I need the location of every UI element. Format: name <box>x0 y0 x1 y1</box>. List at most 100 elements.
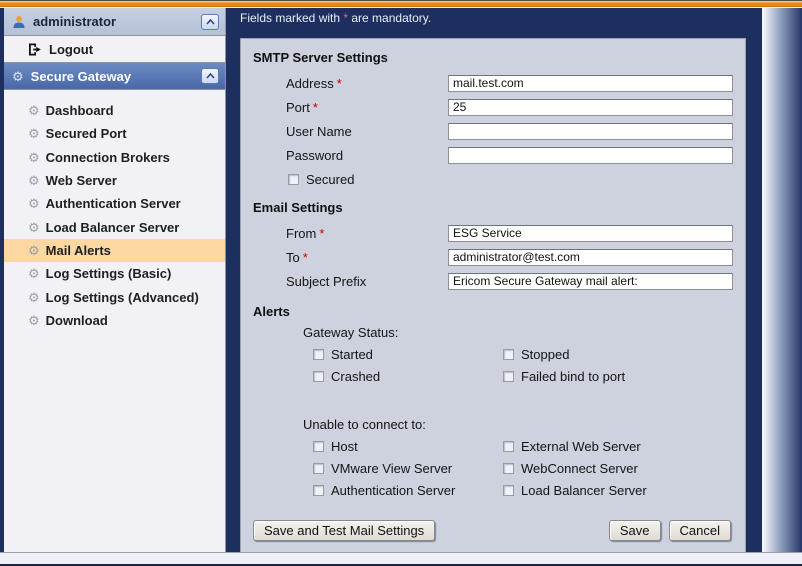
from-row: From * <box>253 221 733 245</box>
from-input[interactable] <box>448 224 733 242</box>
required-asterisk: * <box>312 99 318 115</box>
sidebar-item-log-settings-basic[interactable]: ⚙ Log Settings (Basic) <box>4 262 225 285</box>
collapse-user-section-button[interactable] <box>201 13 219 30</box>
unable-to-connect-label: Unable to connect to: <box>303 416 426 432</box>
gear-icon: ⚙ <box>28 312 40 328</box>
required-asterisk: * <box>336 75 342 91</box>
required-asterisk: * <box>319 225 325 241</box>
started-option: Started <box>313 347 503 362</box>
gateway-status-row-2: Crashed Failed bind to port <box>313 365 733 387</box>
sidebar-gateway-header[interactable]: ⚙ Secure Gateway <box>4 62 225 90</box>
save-button[interactable]: Save <box>608 520 661 541</box>
sidebar: administrator Logout ⚙ Secure Gateway ⚙ … <box>4 8 226 552</box>
subject-prefix-label: Subject Prefix <box>286 273 367 289</box>
user-header-label: administrator <box>33 14 117 29</box>
main-content: Fields marked with * are mandatory. SMTP… <box>226 8 762 556</box>
gear-icon: ⚙ <box>28 266 40 282</box>
cancel-button[interactable]: Cancel <box>668 520 731 541</box>
vmware-view-server-checkbox[interactable] <box>313 462 324 474</box>
crashed-checkbox[interactable] <box>313 370 324 382</box>
required-asterisk: * <box>302 249 308 265</box>
gear-icon: ⚙ <box>28 126 40 142</box>
started-checkbox[interactable] <box>313 348 324 360</box>
logout-label: Logout <box>49 41 94 57</box>
username-label: User Name <box>286 123 352 139</box>
gateway-header-label: Secure Gateway <box>30 68 132 84</box>
gear-icon: ⚙ <box>28 219 40 235</box>
app-window: administrator Logout ⚙ Secure Gateway ⚙ … <box>0 0 802 566</box>
top-accent-bar <box>0 0 802 8</box>
host-checkbox[interactable] <box>313 440 324 452</box>
address-label: Address * <box>286 75 342 91</box>
email-section-heading: Email Settings <box>253 200 343 215</box>
alerts-section-heading: Alerts <box>253 304 290 319</box>
load-balancer-server-checkbox[interactable] <box>503 484 514 496</box>
form-buttons: Save and Test Mail Settings Save Cancel <box>253 520 731 541</box>
sidebar-item-download[interactable]: ⚙ Download <box>4 309 225 332</box>
gear-icon: ⚙ <box>12 68 24 84</box>
address-input[interactable] <box>448 74 733 92</box>
right-gradient-strip <box>762 8 802 552</box>
port-row: Port * <box>253 95 733 119</box>
username-input[interactable] <box>448 122 733 140</box>
secured-label: Secured <box>306 171 355 187</box>
save-and-test-button[interactable]: Save and Test Mail Settings <box>253 520 436 541</box>
gateway-status-row-1: Started Stopped <box>313 343 733 365</box>
crashed-option: Crashed <box>313 369 503 384</box>
webconnect-server-checkbox[interactable] <box>503 462 514 474</box>
stopped-checkbox[interactable] <box>503 348 514 360</box>
sidebar-item-secured-port[interactable]: ⚙ Secured Port <box>4 122 225 145</box>
sidebar-item-log-settings-advanced[interactable]: ⚙ Log Settings (Advanced) <box>4 285 225 308</box>
to-label: To * <box>286 249 308 265</box>
subject-prefix-input[interactable] <box>448 272 733 290</box>
sidebar-menu: ⚙ Dashboard ⚙ Secured Port ⚙ Connection … <box>4 90 225 332</box>
authentication-server-option: Authentication Server <box>313 483 503 498</box>
load-balancer-server-option: Load Balancer Server <box>503 483 693 498</box>
address-row: Address * <box>253 71 733 95</box>
password-input[interactable] <box>448 146 733 164</box>
sidebar-item-web-server[interactable]: ⚙ Web Server <box>4 169 225 192</box>
failed-bind-option: Failed bind to port <box>503 369 693 384</box>
logout-icon <box>28 43 42 56</box>
host-option: Host <box>313 439 503 454</box>
secured-checkbox[interactable] <box>288 173 299 185</box>
smtp-section-heading: SMTP Server Settings <box>253 50 388 65</box>
gear-icon: ⚙ <box>28 196 40 212</box>
to-input[interactable] <box>448 248 733 266</box>
gear-icon: ⚙ <box>28 149 40 165</box>
password-label: Password <box>286 147 344 163</box>
mail-alerts-form: SMTP Server Settings Address* Port* User… <box>240 38 746 556</box>
sidebar-item-logout[interactable]: Logout <box>4 36 225 62</box>
unable-row-2: VMware View Server WebConnect Server <box>313 457 733 479</box>
gear-icon: ⚙ <box>28 242 40 258</box>
gear-icon: ⚙ <box>28 289 40 305</box>
secured-row: Secured <box>253 167 733 191</box>
collapse-gateway-section-button[interactable] <box>201 68 219 84</box>
stopped-option: Stopped <box>503 347 693 362</box>
username-row: User Name <box>253 119 733 143</box>
sidebar-item-dashboard[interactable]: ⚙ Dashboard <box>4 99 225 122</box>
user-icon <box>12 15 26 29</box>
sidebar-item-connection-brokers[interactable]: ⚙ Connection Brokers <box>4 146 225 169</box>
sidebar-item-authentication-server[interactable]: ⚙ Authentication Server <box>4 192 225 215</box>
password-row: Password <box>253 143 733 167</box>
failed-bind-checkbox[interactable] <box>503 370 514 382</box>
webconnect-server-option: WebConnect Server <box>503 461 693 476</box>
unable-row-1: Host External Web Server <box>313 435 733 457</box>
vmware-view-server-option: VMware View Server <box>313 461 503 476</box>
port-label: Port * <box>286 99 318 115</box>
sidebar-item-load-balancer-server[interactable]: ⚙ Load Balancer Server <box>4 215 225 238</box>
sidebar-user-header[interactable]: administrator <box>4 8 225 36</box>
sidebar-item-mail-alerts[interactable]: ⚙ Mail Alerts <box>4 238 225 263</box>
to-row: To * <box>253 245 733 269</box>
from-label: From * <box>286 225 325 241</box>
mandatory-fields-note: Fields marked with * are mandatory. <box>240 11 432 25</box>
gear-icon: ⚙ <box>28 173 40 189</box>
subject-prefix-row: Subject Prefix <box>253 269 733 293</box>
unable-row-3: Authentication Server Load Balancer Serv… <box>313 479 733 501</box>
external-web-server-checkbox[interactable] <box>503 440 514 452</box>
authentication-server-checkbox[interactable] <box>313 484 324 496</box>
bottom-status-strip <box>0 552 802 566</box>
gear-icon: ⚙ <box>28 103 40 119</box>
port-input[interactable] <box>448 98 733 116</box>
